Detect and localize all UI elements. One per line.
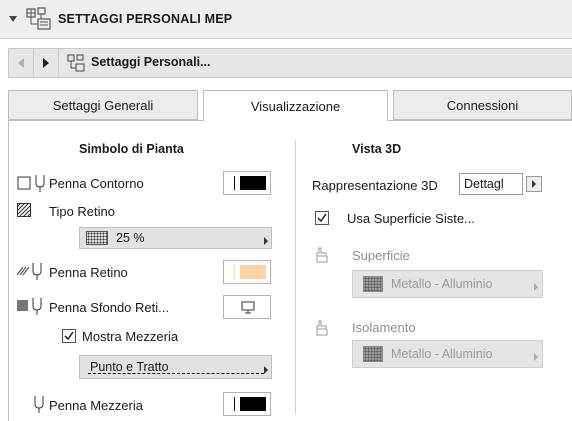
column-divider [295, 140, 296, 415]
3d-representation-next-button[interactable] [526, 176, 542, 192]
settings-navigator-bar: Settaggi Personali... [8, 48, 572, 78]
pen-color-fill [240, 397, 266, 411]
surface-label: Superficie [352, 248, 410, 263]
monitor-icon [241, 301, 255, 317]
pen-line-mark [234, 265, 235, 279]
surface-dropdown[interactable]: Metallo - Alluminio [352, 270, 543, 298]
material-swatch-icon [363, 346, 383, 362]
hatch-type-dropdown[interactable]: 25 % [79, 227, 272, 249]
panel-title: SETTAGGI PERSONALI MEP [58, 12, 233, 26]
show-centerline-checkbox[interactable] [62, 329, 76, 343]
previous-button[interactable] [9, 49, 33, 77]
use-system-surface-label: Usa Superficie Siste... [347, 211, 475, 226]
chevron-right-icon [263, 363, 269, 378]
chevron-right-icon [533, 280, 539, 295]
centerline-type-dropdown[interactable]: Punto e Tratto [79, 355, 272, 379]
use-system-surface-checkbox[interactable] [315, 211, 329, 225]
contour-pen-label: Penna Contorno [49, 176, 144, 191]
dash-dot-line-preview [88, 373, 264, 375]
insulation-brush-icon [315, 320, 329, 339]
mep-favorite-icon [67, 54, 85, 75]
settings-selector[interactable]: Settaggi Personali... [61, 49, 572, 77]
collapse-arrow-icon[interactable] [8, 12, 18, 27]
next-button[interactable] [33, 49, 59, 77]
tab-label: Settaggi Generali [52, 97, 154, 113]
hatch-swatch-icon [86, 231, 108, 245]
centerline-pen-swatch[interactable] [223, 392, 271, 416]
chevron-right-icon [263, 234, 269, 249]
pen-line-mark [234, 176, 235, 190]
chevron-right-icon [43, 58, 49, 68]
surface-value: Metallo - Alluminio [391, 277, 493, 291]
hatch-pen-icon [16, 261, 47, 284]
show-centerline-label: Mostra Mezzeria [82, 329, 179, 344]
insulation-dropdown[interactable]: Metallo - Alluminio [352, 340, 543, 368]
centerline-pen-label: Penna Mezzeria [49, 398, 143, 413]
hatch-type-label: Tipo Retino [49, 204, 115, 219]
tab-label: Visualizzazione [250, 98, 341, 114]
3d-view-heading: Vista 3D [352, 142, 402, 156]
surface-brush-icon [315, 247, 329, 266]
3d-representation-label: Rappresentazione 3D [312, 178, 438, 193]
insulation-label: Isolamento [352, 320, 416, 335]
3d-representation-dropdown[interactable]: Dettagl [459, 173, 523, 195]
pen-line-mark [234, 397, 235, 411]
material-swatch-icon [363, 276, 383, 292]
background-pen-swatch[interactable] [223, 295, 271, 319]
settings-selector-label: Settaggi Personali... [91, 55, 211, 69]
chevron-right-icon [532, 180, 536, 188]
tab-settaggi-generali[interactable]: Settaggi Generali [8, 90, 198, 120]
pen-color-fill [240, 265, 266, 279]
background-pen-label: Penna Sfondo Reti... [49, 300, 169, 315]
panel-header[interactable]: SETTAGGI PERSONALI MEP [0, 0, 572, 39]
centerline-value: Punto e Tratto [90, 360, 169, 374]
mep-settings-icon [26, 7, 52, 34]
tab-label: Connessioni [446, 97, 519, 113]
tab-visualizzazione[interactable]: Visualizzazione [203, 90, 388, 121]
chevron-right-icon [533, 350, 539, 365]
contour-pen-swatch[interactable] [223, 171, 271, 195]
centerline-pen-icon [33, 394, 45, 417]
pen-color-fill [240, 176, 266, 190]
hatch-pen-label: Penna Retino [49, 265, 128, 280]
3d-representation-value: Dettagl [464, 177, 504, 191]
checkmark-icon [317, 213, 327, 223]
background-pen-icon [17, 296, 47, 319]
hatch-pen-swatch[interactable] [223, 260, 271, 284]
insulation-value: Metallo - Alluminio [391, 347, 493, 361]
chevron-left-icon [18, 58, 24, 68]
plan-symbol-heading: Simbolo di Pianta [79, 142, 184, 156]
active-tab-gap [204, 119, 387, 122]
tab-connessioni[interactable]: Connessioni [393, 90, 572, 120]
hatch-value: 25 % [116, 231, 145, 245]
checkmark-icon [64, 331, 74, 341]
hatch-pattern-icon [16, 202, 32, 220]
